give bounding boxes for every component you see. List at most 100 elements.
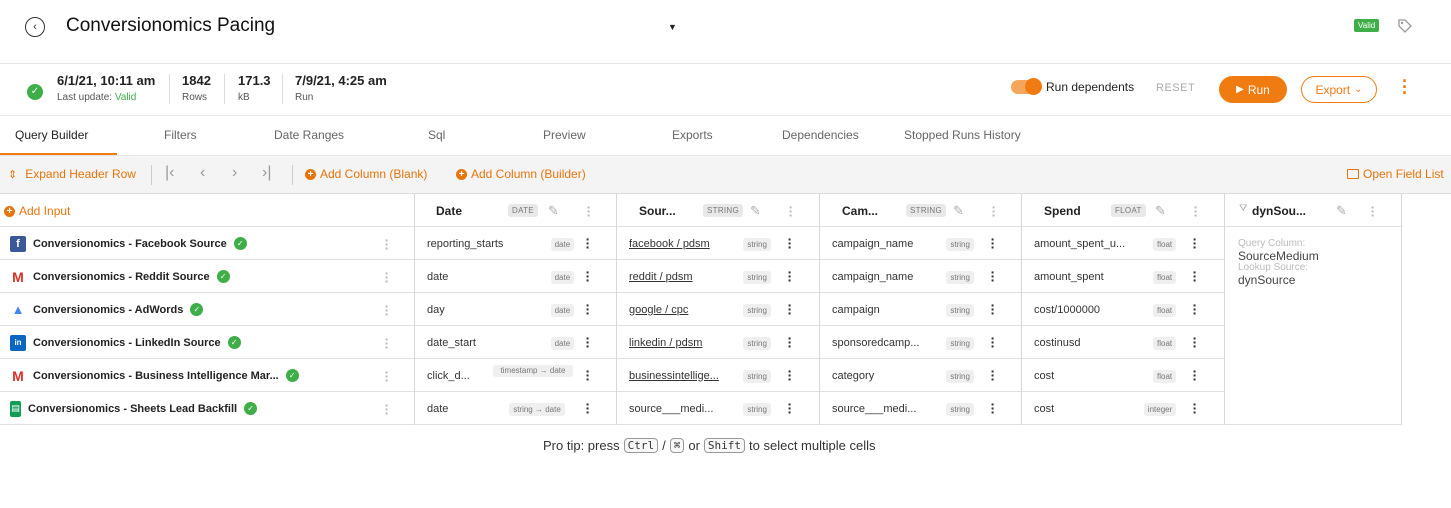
cell-menu-icon[interactable]: · · ·: [1192, 265, 1198, 287]
cell-menu-icon[interactable]: · · ·: [585, 298, 591, 320]
row-menu-icon[interactable]: · · ·: [384, 299, 390, 321]
column-header[interactable]: ⛛ dynSou... ✎ · · ·: [1225, 194, 1427, 227]
expand-header-row-button[interactable]: ⇕ Expand Header Row: [8, 167, 136, 181]
grid-cell[interactable]: cost/1000000 float · · ·: [1022, 293, 1224, 326]
run-dependents-toggle[interactable]: [1011, 78, 1042, 95]
column-header[interactable]: Spend FLOAT ✎ · · ·: [1022, 194, 1224, 227]
tab-date-ranges[interactable]: Date Ranges: [274, 128, 344, 142]
edit-pencil-icon[interactable]: ✎: [1155, 203, 1166, 219]
source-row[interactable]: ▤ Conversionomics - Sheets Lead Backfill ✓: [0, 392, 414, 425]
column-menu-icon[interactable]: · · ·: [788, 200, 794, 222]
grid-cell[interactable]: category string · · ·: [820, 359, 1022, 392]
cell-menu-icon[interactable]: · · ·: [585, 364, 591, 386]
grid-cell[interactable]: reddit / pdsm string · · ·: [617, 260, 819, 293]
row-menu-icon[interactable]: · · ·: [384, 233, 390, 255]
edit-pencil-icon[interactable]: ✎: [548, 203, 559, 219]
column-header[interactable]: Date DATE ✎ · · ·: [415, 194, 617, 227]
cell-menu-icon[interactable]: · · ·: [1192, 331, 1198, 353]
cell-menu-icon[interactable]: · · ·: [990, 232, 996, 254]
more-options-icon[interactable]: · · ·: [1400, 72, 1410, 102]
grid-cell[interactable]: date string → date · · ·: [415, 392, 617, 425]
source-row[interactable]: in Conversionomics - LinkedIn Source ✓: [0, 326, 414, 359]
cell-menu-icon[interactable]: · · ·: [585, 265, 591, 287]
next-page-icon[interactable]: ›: [232, 164, 237, 182]
cell-menu-icon[interactable]: · · ·: [787, 298, 793, 320]
grid-cell[interactable]: date_start date · · ·: [415, 326, 617, 359]
cell-menu-icon[interactable]: · · ·: [990, 364, 996, 386]
add-column-builder-button[interactable]: + Add Column (Builder): [456, 167, 586, 181]
back-arrow-icon[interactable]: ‹: [25, 17, 45, 37]
add-input-button[interactable]: + Add Input: [4, 204, 70, 218]
first-page-icon[interactable]: |‹: [165, 164, 174, 182]
cell-menu-icon[interactable]: · · ·: [787, 265, 793, 287]
grid-cell[interactable]: campaign_name string · · ·: [820, 260, 1022, 293]
tab-dependencies[interactable]: Dependencies: [782, 128, 859, 142]
grid-cell[interactable]: sponsoredcamp... string · · ·: [820, 326, 1022, 359]
source-row[interactable]: M Conversionomics - Business Intelligence…: [0, 359, 414, 392]
edit-pencil-icon[interactable]: ✎: [953, 203, 964, 219]
row-menu-icon[interactable]: · · ·: [384, 266, 390, 288]
cell-menu-icon[interactable]: · · ·: [990, 298, 996, 320]
cell-menu-icon[interactable]: · · ·: [1192, 397, 1198, 419]
cell-menu-icon[interactable]: · · ·: [990, 331, 996, 353]
grid-cell[interactable]: linkedin / pdsm string · · ·: [617, 326, 819, 359]
column-menu-icon[interactable]: · · ·: [1193, 200, 1199, 222]
title-dropdown-caret-icon[interactable]: ▼: [668, 22, 677, 32]
cell-menu-icon[interactable]: · · ·: [1192, 364, 1198, 386]
grid-cell[interactable]: cost float · · ·: [1022, 359, 1224, 392]
grid-cell[interactable]: businessintellige... string · · ·: [617, 359, 819, 392]
grid-cell[interactable]: amount_spent_u... float · · ·: [1022, 227, 1224, 260]
tab-filters[interactable]: Filters: [164, 128, 197, 142]
edit-pencil-icon[interactable]: ✎: [1336, 203, 1347, 219]
grid-cell[interactable]: google / cpc string · · ·: [617, 293, 819, 326]
export-button[interactable]: Export ⌄: [1301, 76, 1377, 103]
grid-cell[interactable]: source___medi... string · · ·: [820, 392, 1022, 425]
last-page-icon[interactable]: ›|: [262, 164, 271, 182]
cell-menu-icon[interactable]: · · ·: [787, 397, 793, 419]
cell-menu-icon[interactable]: · · ·: [1192, 232, 1198, 254]
tab-preview[interactable]: Preview: [543, 128, 586, 142]
column-header[interactable]: Cam... STRING ✎ · · ·: [820, 194, 1022, 227]
grid-cell[interactable]: source___medi... string · · ·: [617, 392, 819, 425]
grid-cell[interactable]: facebook / pdsm string · · ·: [617, 227, 819, 260]
cell-menu-icon[interactable]: · · ·: [1192, 298, 1198, 320]
grid-cell[interactable]: day date · · ·: [415, 293, 617, 326]
tag-icon[interactable]: [1397, 18, 1413, 34]
open-field-list-button[interactable]: Open Field List: [1347, 167, 1444, 181]
grid-cell[interactable]: costinusd float · · ·: [1022, 326, 1224, 359]
row-menu-icon[interactable]: · · ·: [384, 332, 390, 354]
cell-menu-icon[interactable]: · · ·: [990, 397, 996, 419]
column-menu-icon[interactable]: · · ·: [991, 200, 997, 222]
tab-sql[interactable]: Sql: [428, 128, 445, 142]
source-row[interactable]: f Conversionomics - Facebook Source ✓: [0, 227, 414, 260]
reset-button[interactable]: RESET: [1156, 82, 1195, 94]
add-column-blank-button[interactable]: + Add Column (Blank): [305, 167, 427, 181]
column-menu-icon[interactable]: · · ·: [1370, 200, 1376, 222]
grid-cell[interactable]: click_d... timestamp → date · · ·: [415, 359, 617, 392]
source-row[interactable]: M Conversionomics - Reddit Source ✓: [0, 260, 414, 293]
grid-cell[interactable]: campaign string · · ·: [820, 293, 1022, 326]
filter-icon[interactable]: ⛛: [1239, 203, 1247, 214]
row-menu-icon[interactable]: · · ·: [384, 365, 390, 387]
grid-cell[interactable]: reporting_starts date · · ·: [415, 227, 617, 260]
cell-menu-icon[interactable]: · · ·: [787, 232, 793, 254]
grid-cell[interactable]: campaign_name string · · ·: [820, 227, 1022, 260]
run-button[interactable]: ▶ Run: [1219, 76, 1287, 103]
tab-query-builder[interactable]: Query Builder: [15, 128, 88, 142]
tab-stopped-runs-history[interactable]: Stopped Runs History: [904, 128, 1021, 142]
source-row[interactable]: ▲ Conversionomics - AdWords ✓: [0, 293, 414, 326]
grid-cell[interactable]: cost integer · · ·: [1022, 392, 1224, 425]
edit-pencil-icon[interactable]: ✎: [750, 203, 761, 219]
cell-menu-icon[interactable]: · · ·: [990, 265, 996, 287]
cell-menu-icon[interactable]: · · ·: [585, 397, 591, 419]
cell-menu-icon[interactable]: · · ·: [787, 331, 793, 353]
cell-menu-icon[interactable]: · · ·: [585, 232, 591, 254]
grid-cell[interactable]: amount_spent float · · ·: [1022, 260, 1224, 293]
row-menu-icon[interactable]: · · ·: [384, 398, 390, 420]
tab-exports[interactable]: Exports: [672, 128, 713, 142]
column-header[interactable]: Sour... STRING ✎ · · ·: [617, 194, 819, 227]
cell-menu-icon[interactable]: · · ·: [787, 364, 793, 386]
cell-menu-icon[interactable]: · · ·: [585, 331, 591, 353]
grid-cell[interactable]: date date · · ·: [415, 260, 617, 293]
previous-page-icon[interactable]: ‹: [200, 164, 205, 182]
